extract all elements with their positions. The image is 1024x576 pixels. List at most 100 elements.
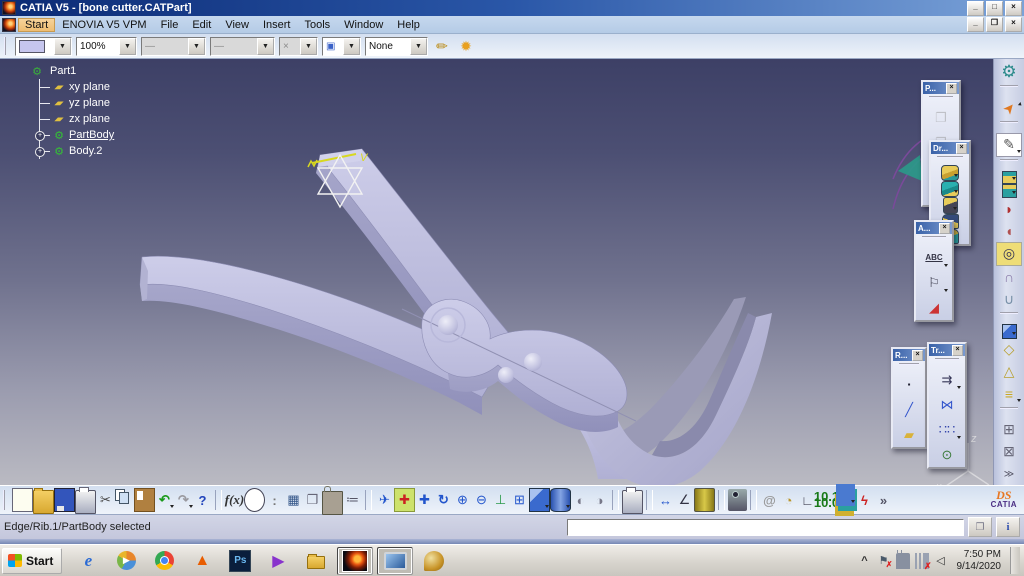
dock-handle-4[interactable] — [1000, 312, 1018, 322]
taskbar-photoshop[interactable]: Ps — [223, 548, 257, 574]
powercopy-icon-1[interactable]: ❐ — [927, 105, 955, 130]
cylinder-pad-icon[interactable] — [943, 197, 958, 214]
rivet-3[interactable] — [498, 367, 514, 383]
menu-enovia[interactable]: ENOVIA V5 VPM — [55, 18, 153, 32]
start-button[interactable]: Start — [2, 548, 62, 574]
plane-icon[interactable]: ▰ — [895, 422, 923, 447]
menu-insert[interactable]: Insert — [256, 18, 298, 32]
tree-item-partbody[interactable]: + ⚙ PartBody — [40, 127, 114, 143]
tree-item-yz-plane[interactable]: + ▰ yz plane — [40, 95, 114, 111]
fit-all-icon[interactable]: ✚ — [394, 488, 415, 512]
menu-window[interactable]: Window — [337, 18, 390, 32]
maximize-button[interactable]: □ — [986, 1, 1003, 16]
swirl-icon[interactable]: @ — [760, 489, 779, 511]
measure-between-icon[interactable]: ↔ — [656, 489, 675, 511]
palette-grip[interactable] — [899, 363, 919, 370]
expand-icon[interactable]: + — [35, 147, 45, 157]
render-layer-select[interactable]: ▣ ▼ — [322, 37, 361, 56]
swap-space-icon[interactable]: ◑ — [590, 489, 609, 511]
palette-title-bar[interactable]: P... × — [923, 82, 959, 94]
tray-volume[interactable]: ◁ — [934, 553, 948, 569]
color-select[interactable]: ▼ — [15, 37, 72, 56]
sketcher-icon[interactable]: ✎ — [996, 133, 1022, 157]
chamfer-icon[interactable]: ◇ — [997, 339, 1021, 361]
wizard-icon[interactable]: ✹ — [456, 36, 476, 56]
pad-icon[interactable] — [1002, 171, 1017, 185]
doc-close-button[interactable]: × — [1005, 17, 1022, 32]
design-table-icon[interactable]: ▦ — [284, 489, 303, 511]
assemble-body-icon[interactable]: ⊞ — [997, 419, 1021, 441]
rivet-1[interactable] — [438, 315, 458, 335]
taskbar-vlc[interactable]: ▲ — [185, 548, 219, 574]
copy-icon[interactable] — [115, 489, 134, 511]
tree-root-part1[interactable]: ⚙ Part1 — [30, 63, 114, 79]
taskbar-chrome[interactable] — [147, 548, 181, 574]
tray-expand[interactable]: ^ — [858, 553, 872, 569]
formula-icon[interactable]: f(x) — [225, 489, 244, 511]
close-button[interactable]: × — [1005, 1, 1022, 16]
menu-view[interactable]: View — [218, 18, 256, 32]
tray-network[interactable] — [915, 553, 929, 569]
cut-icon[interactable]: ✂ — [96, 489, 115, 511]
hide-show-icon[interactable]: ◐ — [571, 489, 590, 511]
render-style-icon[interactable] — [550, 488, 571, 512]
palette-title-bar[interactable]: A... × — [916, 222, 952, 234]
print-icon[interactable] — [75, 490, 96, 514]
rivet-2[interactable] — [524, 353, 542, 371]
quick-print-icon[interactable] — [622, 490, 643, 514]
toolbar-handle[interactable] — [3, 490, 9, 510]
measure-item-icon[interactable]: ∠ — [675, 489, 694, 511]
flash-icon[interactable]: ϟ — [855, 489, 874, 511]
close-icon[interactable]: × — [952, 345, 963, 356]
chevron-down-icon[interactable]: ▼ — [343, 38, 360, 55]
open-icon[interactable] — [33, 490, 54, 514]
palette-grip[interactable] — [935, 358, 959, 365]
menu-tools[interactable]: Tools — [297, 18, 337, 32]
document-icon[interactable] — [2, 18, 16, 32]
tree-item-zx-plane[interactable]: + ▰ zx plane — [40, 111, 114, 127]
tree-item-body2[interactable]: + ⚙ Body.2 — [40, 143, 114, 159]
rotate-icon[interactable]: ↻ — [434, 489, 453, 511]
close-icon[interactable]: × — [912, 350, 923, 361]
hole-icon[interactable]: ◎ — [996, 242, 1022, 266]
new-icon[interactable] — [12, 488, 33, 512]
fillet-icon[interactable] — [1002, 324, 1017, 339]
menu-help[interactable]: Help — [390, 18, 427, 32]
mirror-icon[interactable]: ⋈ — [933, 392, 961, 417]
apply-material-icon[interactable] — [694, 488, 715, 512]
zoom-out-icon[interactable]: ⊖ — [472, 489, 491, 511]
tray-power[interactable] — [896, 553, 910, 569]
translate-icon[interactable]: ⇉ — [933, 367, 961, 392]
dimensions-icon[interactable]: 10.1 10.0 — [817, 489, 836, 511]
menu-file[interactable]: File — [154, 18, 186, 32]
flag-note-icon[interactable]: ⚐ — [920, 270, 948, 295]
dock-more-chevron[interactable]: ≫ — [997, 463, 1021, 485]
minimize-button[interactable]: _ — [967, 1, 984, 16]
turntable-icon[interactable]: ◔ — [779, 489, 798, 511]
shell-icon[interactable]: ≡ — [997, 383, 1021, 405]
close-icon[interactable]: × — [946, 83, 957, 94]
bone-cutter-model[interactable]: V z x y — [0, 59, 1024, 485]
chevron-down-icon[interactable]: ▼ — [410, 38, 427, 55]
shaft-icon[interactable]: ◗ — [997, 198, 1021, 220]
chevron-down-icon[interactable]: ▼ — [54, 38, 71, 55]
taskbar-catia-splash[interactable] — [337, 547, 373, 575]
slot-icon[interactable]: ∪ — [997, 288, 1021, 310]
sectioning-icon[interactable] — [836, 484, 855, 506]
pocket-icon[interactable] — [1002, 184, 1017, 198]
toolbar-drag-handle[interactable] — [4, 37, 9, 55]
relations-icon[interactable]: ≔ — [343, 489, 362, 511]
iso-view-icon[interactable] — [529, 488, 550, 512]
paste-icon[interactable] — [134, 488, 155, 512]
viewport-3d[interactable]: V z x y ⚙ Part — [0, 59, 1024, 485]
draft-icon[interactable]: △ — [997, 361, 1021, 383]
command-input[interactable] — [567, 519, 964, 536]
doc-window-button[interactable]: ❐ — [968, 517, 992, 537]
layer-filter-select[interactable]: None ▼ — [365, 37, 428, 56]
palette-grip[interactable] — [937, 156, 963, 163]
camera-icon[interactable] — [728, 489, 747, 511]
pad-feature-icon[interactable] — [941, 165, 959, 181]
palette-title-bar[interactable]: Dr... × — [931, 142, 969, 154]
dock-handle-5[interactable] — [1000, 407, 1018, 417]
rib-icon[interactable]: ∩ — [997, 266, 1021, 288]
